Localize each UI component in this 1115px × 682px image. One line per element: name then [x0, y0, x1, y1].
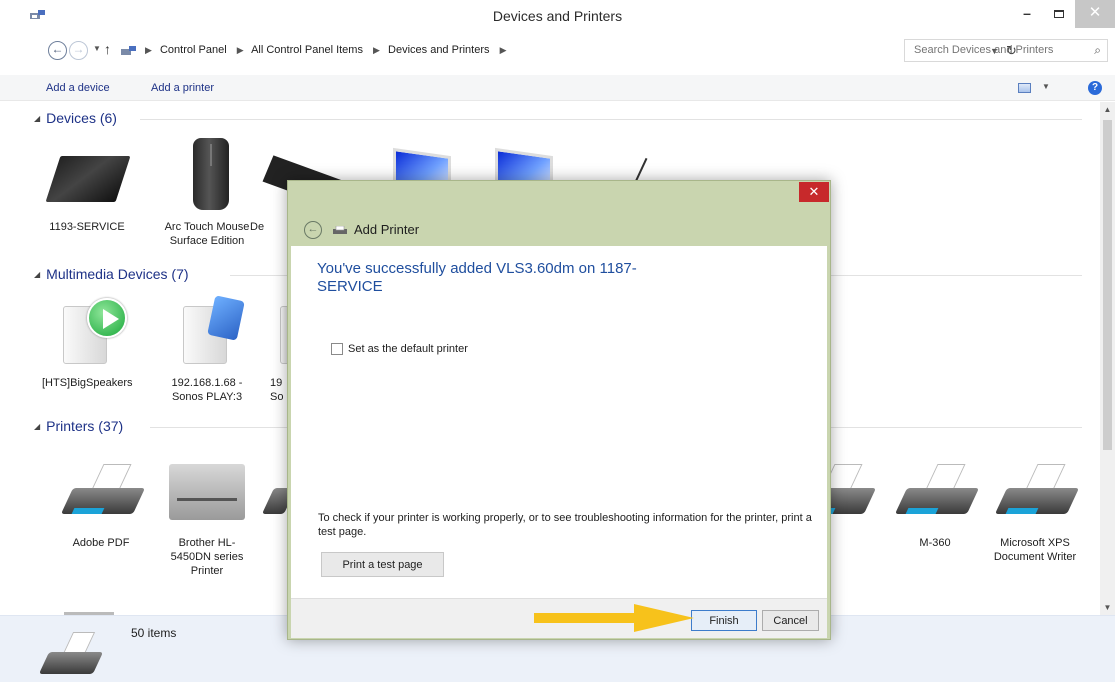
collapse-triangle-icon[interactable]: ◢ [34, 270, 40, 279]
printer-icon [261, 454, 297, 530]
item-count: 50 items [131, 626, 177, 640]
add-printer-button[interactable]: Add a printer [151, 82, 214, 94]
forward-button[interactable]: → [69, 41, 88, 60]
printer-icon [60, 454, 146, 530]
success-heading: You've successfully added VLS3.60dm on 1… [317, 260, 637, 295]
group-header-multimedia[interactable]: ◢ Multimedia Devices (7) [34, 266, 189, 282]
media-server-icon [47, 294, 127, 370]
device-label: Arc Touch Mouse Surface Edition [164, 221, 250, 247]
view-options-dropdown[interactable]: ▼ [1042, 82, 1050, 91]
breadcrumb: ▶ Control Panel ▶ All Control Panel Item… [140, 44, 512, 56]
scroll-down-icon[interactable]: ▼ [1100, 600, 1115, 615]
maximize-icon [1054, 10, 1064, 18]
test-page-hint: To check if your printer is working prop… [318, 512, 812, 538]
group-header-label: Printers (37) [46, 418, 124, 434]
control-panel-icon [121, 46, 136, 55]
default-printer-checkbox[interactable] [331, 343, 343, 355]
group-header-label: Multimedia Devices (7) [46, 266, 189, 282]
close-window-button[interactable]: ✕ [1075, 0, 1115, 28]
search-input[interactable] [905, 40, 1075, 60]
dialog-back-button[interactable]: ← [304, 221, 322, 239]
laser-printer-icon [167, 454, 247, 530]
details-printer-icon [34, 632, 114, 680]
printer-icon [333, 226, 347, 234]
search-icon[interactable]: ⌕ [1094, 43, 1101, 58]
printer-label: M-360 [919, 537, 951, 549]
cancel-button[interactable]: Cancel [762, 610, 819, 631]
breadcrumb-all-items[interactable]: All Control Panel Items [251, 44, 363, 56]
printer-item[interactable]: Adobe PDF [56, 454, 146, 550]
title-bar: Devices and Printers – ✕ [0, 0, 1115, 30]
media-player-icon [167, 294, 247, 370]
breadcrumb-control-panel[interactable]: Control Panel [160, 44, 227, 56]
tablet-icon [45, 138, 131, 214]
add-device-button[interactable]: Add a device [46, 82, 110, 94]
print-test-page-button[interactable]: Print a test page [321, 552, 444, 577]
breadcrumb-devices-printers[interactable]: Devices and Printers [388, 44, 490, 56]
help-icon[interactable]: ? [1088, 81, 1102, 95]
finish-button[interactable]: Finish [691, 610, 757, 631]
keyboard-icon [250, 138, 354, 214]
printer-item[interactable]: Microsoft XPS Document Writer [980, 454, 1090, 564]
device-label: 19 So [270, 377, 284, 403]
media-device-item[interactable]: [HTS]BigSpeakers [42, 294, 132, 390]
printer-icon [894, 454, 980, 530]
printer-label: Adobe PDF [72, 537, 130, 549]
default-printer-label[interactable]: Set as the default printer [348, 343, 468, 355]
breadcrumb-separator-icon[interactable]: ▶ [500, 45, 507, 55]
up-button[interactable]: ↑ [104, 41, 111, 57]
search-box[interactable]: ⌕ [904, 39, 1108, 62]
device-label: [HTS]BigSpeakers [42, 377, 133, 389]
device-item[interactable]: De [250, 138, 354, 234]
group-header-printers[interactable]: ◢ Printers (37) [34, 418, 123, 434]
device-label: 1193-SERVICE [49, 221, 125, 233]
vertical-scrollbar[interactable]: ▲ ▼ [1100, 102, 1115, 615]
scroll-up-icon[interactable]: ▲ [1100, 102, 1115, 117]
printer-label: Microsoft XPS Document Writer [993, 537, 1077, 563]
collapse-triangle-icon[interactable]: ◢ [34, 114, 40, 123]
dialog-content-panel: You've successfully added VLS3.60dm on 1… [291, 246, 827, 598]
printer-item[interactable] [261, 454, 297, 536]
printer-icon [994, 454, 1080, 530]
collapse-triangle-icon[interactable]: ◢ [34, 422, 40, 431]
dialog-title: Add Printer [354, 222, 420, 237]
group-header-label: Devices (6) [46, 110, 117, 126]
device-item[interactable]: Arc Touch Mouse Surface Edition [162, 138, 252, 248]
change-view-icon[interactable] [1018, 83, 1031, 93]
breadcrumb-separator-icon: ▶ [145, 45, 152, 55]
close-dialog-button[interactable]: ✕ [799, 182, 829, 202]
mouse-icon [167, 138, 247, 214]
printer-item[interactable]: Brother HL-5450DN series Printer [162, 454, 252, 578]
printer-item[interactable]: M-360 [890, 454, 980, 550]
command-bar: Add a device Add a printer ▼ ? [0, 75, 1115, 101]
device-label: 192.168.1.68 - Sonos PLAY:3 [171, 377, 243, 403]
add-printer-dialog: ✕ ← Add Printer You've successfully adde… [287, 180, 831, 640]
window-title: Devices and Printers [492, 8, 623, 24]
media-device-item[interactable]: 192.168.1.68 - Sonos PLAY:3 [157, 294, 257, 404]
address-box[interactable]: ▶ Control Panel ▶ All Control Panel Item… [120, 40, 1017, 62]
printer-label: Brother HL-5450DN series Printer [170, 537, 244, 577]
device-item[interactable]: 1193-SERVICE [42, 138, 132, 234]
back-button[interactable]: ← [48, 41, 67, 60]
scroll-thumb[interactable] [1103, 120, 1112, 450]
breadcrumb-separator-icon[interactable]: ▶ [237, 45, 244, 55]
group-divider [140, 119, 1082, 120]
device-label: De [250, 221, 265, 233]
yellow-arrow-icon [534, 604, 694, 632]
recent-locations-dropdown[interactable]: ▼ [93, 44, 101, 53]
breadcrumb-separator-icon[interactable]: ▶ [373, 45, 380, 55]
maximize-button[interactable] [1043, 0, 1075, 28]
group-header-devices[interactable]: ◢ Devices (6) [34, 110, 117, 126]
minimize-button[interactable]: – [1011, 0, 1043, 28]
